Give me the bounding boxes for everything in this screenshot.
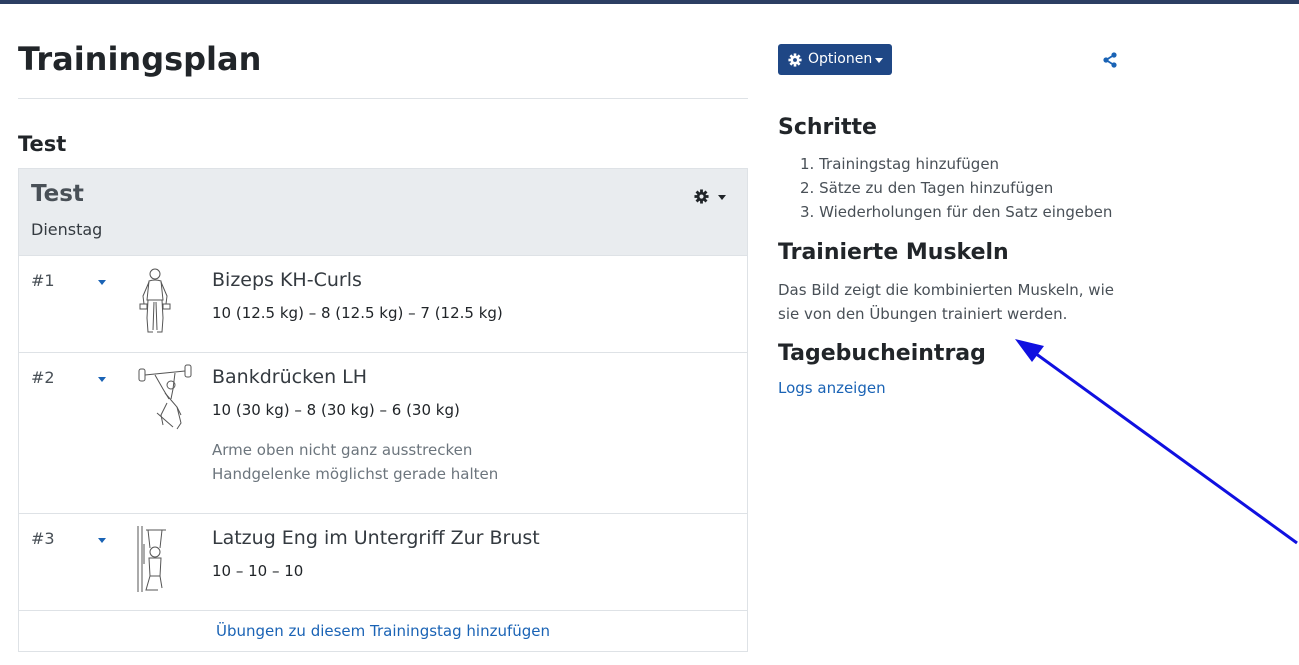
annotation-arrow — [1015, 339, 1298, 545]
chevron-down-icon — [98, 538, 106, 543]
logs-link[interactable]: Logs anzeigen — [778, 379, 886, 397]
list-item: 2. Sätze zu den Tagen hinzufügen — [800, 179, 1054, 197]
list-item: 1. Trainingstag hinzufügen — [800, 155, 1000, 173]
chevron-down-icon — [875, 58, 883, 63]
exercise-toggle[interactable] — [96, 278, 108, 288]
training-day-header: Test Dienstag — [19, 169, 747, 256]
exercise-note: Handgelenke möglichst gerade halten — [212, 465, 499, 483]
exercise-number: #2 — [31, 368, 55, 387]
exercise-sets: 10 (12.5 kg) – 8 (12.5 kg) – 7 (12.5 kg) — [212, 304, 503, 322]
steps-list: 1. Trainingstag hinzufügen 2. Sätze zu d… — [800, 153, 1112, 225]
muscles-heading: Trainierte Muskeln — [778, 240, 1009, 265]
options-button-label: Optionen — [808, 51, 873, 67]
exercise-name[interactable]: Latzug Eng im Untergriff Zur Brust — [212, 527, 540, 549]
training-day-title: Test — [31, 181, 84, 207]
chevron-down-icon — [98, 377, 106, 382]
plan-name: Test — [18, 132, 67, 156]
muscles-description: Das Bild zeigt die kombinierten Muskeln,… — [778, 281, 1114, 323]
gear-icon — [788, 53, 802, 67]
list-item: 3. Wiederholungen für den Satz eingeben — [800, 203, 1113, 221]
exercise-sets: 10 – 10 – 10 — [212, 562, 304, 580]
exercise-toggle[interactable] — [96, 536, 108, 546]
exercise-name[interactable]: Bizeps KH-Curls — [212, 269, 362, 291]
exercise-note: Arme oben nicht ganz ausstrecken — [212, 441, 473, 459]
exercise-number: #3 — [31, 529, 55, 548]
exercise-name[interactable]: Bankdrücken LH — [212, 366, 367, 388]
options-button[interactable]: Optionen — [778, 44, 892, 75]
steps-heading: Schritte — [778, 115, 877, 140]
exercise-row: #3 Latzug Eng im Untergriff Zur Brust 10… — [19, 513, 747, 611]
exercise-image — [139, 268, 171, 333]
exercise-row: #1 Bizeps KH-Curls 10 (12.5 kg) – 8 (12.… — [19, 255, 747, 352]
chevron-down-icon — [718, 195, 726, 200]
top-bar — [0, 0, 1299, 4]
title-divider — [18, 98, 748, 99]
exercise-image — [138, 364, 192, 430]
exercise-image — [137, 526, 166, 592]
log-heading: Tagebucheintrag — [778, 341, 986, 366]
gear-icon — [694, 189, 709, 204]
training-day-weekday: Dienstag — [31, 220, 103, 239]
exercise-toggle[interactable] — [96, 375, 108, 385]
add-exercises-link[interactable]: Übungen zu diesem Trainingstag hinzufüge… — [19, 610, 747, 652]
training-day-card: Test Dienstag #1 Bizeps KH-Curls 10 (12.… — [18, 168, 748, 652]
exercise-sets: 10 (30 kg) – 8 (30 kg) – 6 (30 kg) — [212, 401, 460, 419]
exercise-number: #1 — [31, 271, 55, 290]
exercise-row: #2 Bankdrücken LH 10 (30 kg) – 8 (30 kg)… — [19, 352, 747, 513]
share-icon[interactable] — [1102, 52, 1118, 68]
chevron-down-icon — [98, 280, 106, 285]
day-options-dropdown[interactable] — [694, 189, 730, 209]
page-title: Trainingsplan — [18, 40, 262, 78]
